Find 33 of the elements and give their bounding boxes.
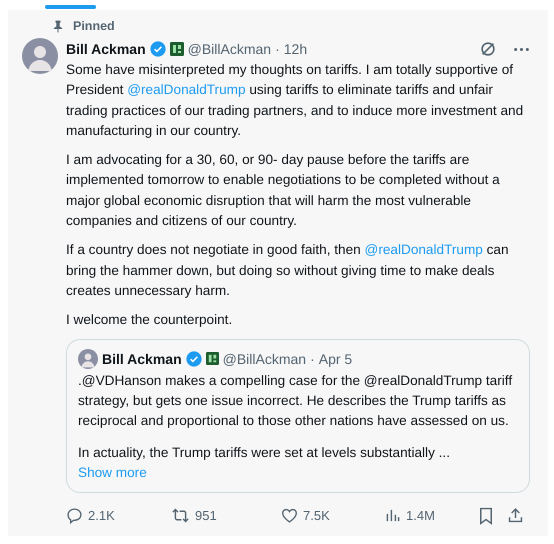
timestamp[interactable]: 12h: [284, 41, 308, 57]
repost-icon[interactable]: [171, 507, 190, 524]
avatar: [78, 348, 98, 369]
separator-dot: ·: [275, 41, 280, 57]
author-name[interactable]: Bill Ackman: [66, 41, 146, 57]
bookmark-icon[interactable]: [479, 506, 493, 525]
share-icon[interactable]: [507, 507, 524, 524]
pin-icon: [53, 20, 63, 32]
action-count: 7.5K: [303, 508, 330, 524]
action-count: 1.4M: [406, 508, 435, 524]
tweet-text: I welcome the counterpoint.: [66, 311, 234, 330]
affiliate-logo-icon: [206, 352, 219, 366]
slashed-circle-icon[interactable]: [479, 40, 497, 58]
tweet-text: If a country does not negotiate in good faith, then @realDonaldTrump can bring the hammer down, but doing so without giving time to make deals creates unnecessary harm.: [66, 241, 510, 300]
quoted-tweet-card[interactable]: [66, 338, 530, 493]
author-handle: @BillAckman: [222, 350, 306, 367]
action-count: 2.1K: [88, 508, 115, 524]
author-handle[interactable]: @BillAckman: [188, 41, 272, 57]
heart-icon[interactable]: [281, 507, 298, 524]
action-count: 951: [195, 508, 217, 524]
avatar[interactable]: [22, 38, 58, 74]
pinned-label: Pinned: [73, 19, 115, 33]
affiliate-logo-icon: [170, 42, 184, 56]
author-name: Bill Ackman: [102, 350, 182, 367]
timestamp: Apr 5: [318, 350, 352, 367]
separator-dot: ·: [310, 350, 315, 367]
tab-indicator: [45, 5, 96, 9]
quoted-text: .@VDHanson makes a compelling case for the @realDonaldTrump tariff strategy, but gets one issue incorrect. He describes the Trump tariffs as reciprocal and proportional to those other nations have assessed on us.: [78, 372, 514, 430]
tweet-text: I am advocating for a 30, 60, or 90- day pause before the tariffs are implemented tomorrow to enable negotiations to be completed without a major global economic disruption that will harm the most vulnerable companies and citizens of our country.: [66, 151, 501, 230]
reply-icon[interactable]: [66, 507, 83, 524]
more-icon[interactable]: [513, 46, 530, 52]
tweet-text: Some have misinterpreted my thoughts on tariffs. I am totally supportive of President @realDonaldTrump using tariffs to eliminate tariffs and unfair trading practices of our trading partners, and to induce more investment and manufacturing in our country.: [66, 61, 524, 140]
quoted-text: In actuality, the Trump tariffs were set at levels substantially ...: [78, 444, 451, 462]
